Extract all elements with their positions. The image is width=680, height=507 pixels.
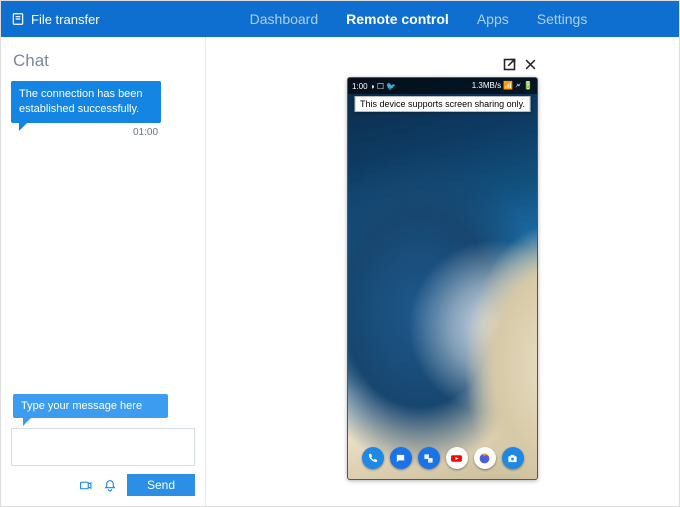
chat-message: The connection has been established succ…: [11, 81, 161, 123]
top-navbar: File transfer Dashboard Remote control A…: [1, 1, 679, 37]
send-button[interactable]: Send: [127, 474, 195, 496]
phone-wallpaper: [348, 78, 537, 479]
chat-hint: Type your message here: [13, 394, 168, 418]
translate-icon[interactable]: [418, 447, 440, 469]
tab-settings[interactable]: Settings: [527, 1, 598, 37]
remote-phone-screen[interactable]: 1:00 ◑ ☐ 🐦 1.3MB/s 📶 🗲 🔋 This device sup…: [347, 77, 538, 480]
screen-sharing-tooltip: This device supports screen sharing only…: [354, 96, 531, 112]
phone-icon[interactable]: [362, 447, 384, 469]
chat-actions: Send: [11, 474, 195, 496]
tab-remote-control[interactable]: Remote control: [336, 1, 459, 37]
nav-tabs: Dashboard Remote control Apps Settings: [240, 1, 598, 37]
status-left: 1:00 ◑ ☐ 🐦: [352, 82, 396, 91]
messages-icon[interactable]: [390, 447, 412, 469]
chat-panel: Chat The connection has been established…: [1, 37, 206, 506]
main-area: Chat The connection has been established…: [1, 37, 679, 506]
camera-icon[interactable]: [502, 447, 524, 469]
close-icon[interactable]: [523, 57, 538, 76]
file-transfer-icon: [11, 12, 25, 26]
notify-icon[interactable]: [103, 479, 117, 492]
chat-message-time: 01:00: [133, 127, 195, 138]
file-transfer-button[interactable]: File transfer: [11, 12, 100, 27]
youtube-icon[interactable]: [446, 447, 468, 469]
popout-icon[interactable]: [502, 57, 517, 76]
file-transfer-label: File transfer: [31, 12, 100, 27]
phone-wrapper: 1:00 ◑ ☐ 🐦 1.3MB/s 📶 🗲 🔋 This device sup…: [347, 59, 538, 480]
status-right: 1.3MB/s 📶 🗲 🔋: [472, 81, 533, 91]
attach-file-icon[interactable]: [78, 479, 93, 492]
chat-title: Chat: [13, 51, 195, 71]
phone-statusbar: 1:00 ◑ ☐ 🐦 1.3MB/s 📶 🗲 🔋: [348, 78, 537, 94]
chat-input[interactable]: [11, 428, 195, 466]
phone-window-controls: [502, 57, 538, 76]
remote-view-area: 1:00 ◑ ☐ 🐦 1.3MB/s 📶 🗲 🔋 This device sup…: [206, 37, 679, 506]
tab-dashboard[interactable]: Dashboard: [240, 1, 329, 37]
firefox-icon[interactable]: [474, 447, 496, 469]
tab-apps[interactable]: Apps: [467, 1, 519, 37]
phone-dock: [348, 447, 537, 469]
